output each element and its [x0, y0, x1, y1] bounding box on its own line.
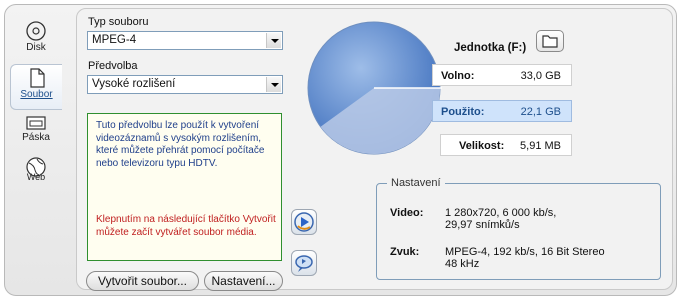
used-space-row: Použito: 22,1 GB: [432, 100, 572, 122]
free-space-label: Volno:: [441, 70, 475, 82]
tape-icon: [26, 116, 46, 130]
preset-value: Vysoké rozlišení: [92, 78, 176, 90]
free-space-value: 33,0 GB: [520, 70, 561, 82]
video-value-line2: 29,97 snímků/s: [445, 219, 520, 231]
burn-icon: [295, 255, 313, 272]
free-space-row: Volno: 33,0 GB: [432, 64, 572, 86]
disc-icon: [26, 21, 46, 41]
file-type-value: MPEG-4: [92, 34, 137, 46]
settings-group: Nastavení Video: 1 280x720, 6 000 kb/s, …: [376, 177, 661, 280]
sidebar-item-web[interactable]: Web: [10, 154, 62, 200]
burn-button[interactable]: [291, 250, 317, 276]
sidebar-item-label: Disk: [26, 42, 46, 53]
settings-group-title: Nastavení: [387, 177, 445, 189]
sidebar: Disk Soubor Páska Web: [10, 14, 62, 286]
preset-description: Tuto předvolbu lze použít k vytvoření vi…: [87, 113, 282, 261]
create-hint-text: Klepnutím na následující tlačítko Vytvoř…: [96, 214, 276, 238]
audio-value-line2: 48 kHz: [445, 258, 480, 270]
chevron-down-icon[interactable]: [266, 33, 281, 48]
disk-usage-pie: [307, 21, 442, 155]
video-label: Video:: [390, 207, 424, 219]
folder-icon: [542, 35, 558, 48]
audio-value-line1: MPEG-4, 192 kb/s, 16 Bit Stereo: [445, 246, 605, 258]
settings-button[interactable]: Nastavení...: [204, 271, 283, 291]
file-size-label: Velikost:: [459, 140, 505, 152]
file-size-value: 5,91 MB: [520, 140, 561, 152]
play-icon: [294, 212, 314, 232]
sidebar-item-label: Páska: [22, 132, 50, 143]
preset-select[interactable]: Vysoké rozlišení: [87, 75, 283, 94]
sidebar-item-label: Web: [26, 172, 46, 182]
sidebar-item-disk[interactable]: Disk: [10, 18, 62, 64]
file-size-row: Velikost: 5,91 MB: [440, 134, 572, 156]
sidebar-item-label: Soubor: [20, 89, 53, 100]
file-icon: [29, 68, 45, 88]
drive-label: Jednotka (F:): [454, 42, 527, 54]
chevron-down-icon[interactable]: [266, 77, 281, 92]
used-space-value: 22,1 GB: [520, 106, 561, 118]
create-file-button[interactable]: Vytvořit soubor...: [86, 271, 199, 291]
description-text: Tuto předvolbu lze použít k vytvoření vi…: [96, 120, 265, 169]
browse-folder-button[interactable]: [536, 30, 564, 52]
file-type-label: Typ souboru: [88, 16, 149, 28]
video-value-line1: 1 280x720, 6 000 kb/s,: [445, 207, 557, 219]
sidebar-item-soubor[interactable]: Soubor: [10, 64, 62, 110]
audio-label: Zvuk:: [390, 246, 420, 258]
play-button[interactable]: [291, 209, 317, 235]
used-space-label: Použito:: [441, 106, 485, 118]
sidebar-item-paska[interactable]: Páska: [10, 112, 62, 158]
preset-label: Předvolba: [88, 60, 138, 72]
file-type-select[interactable]: MPEG-4: [87, 31, 283, 50]
